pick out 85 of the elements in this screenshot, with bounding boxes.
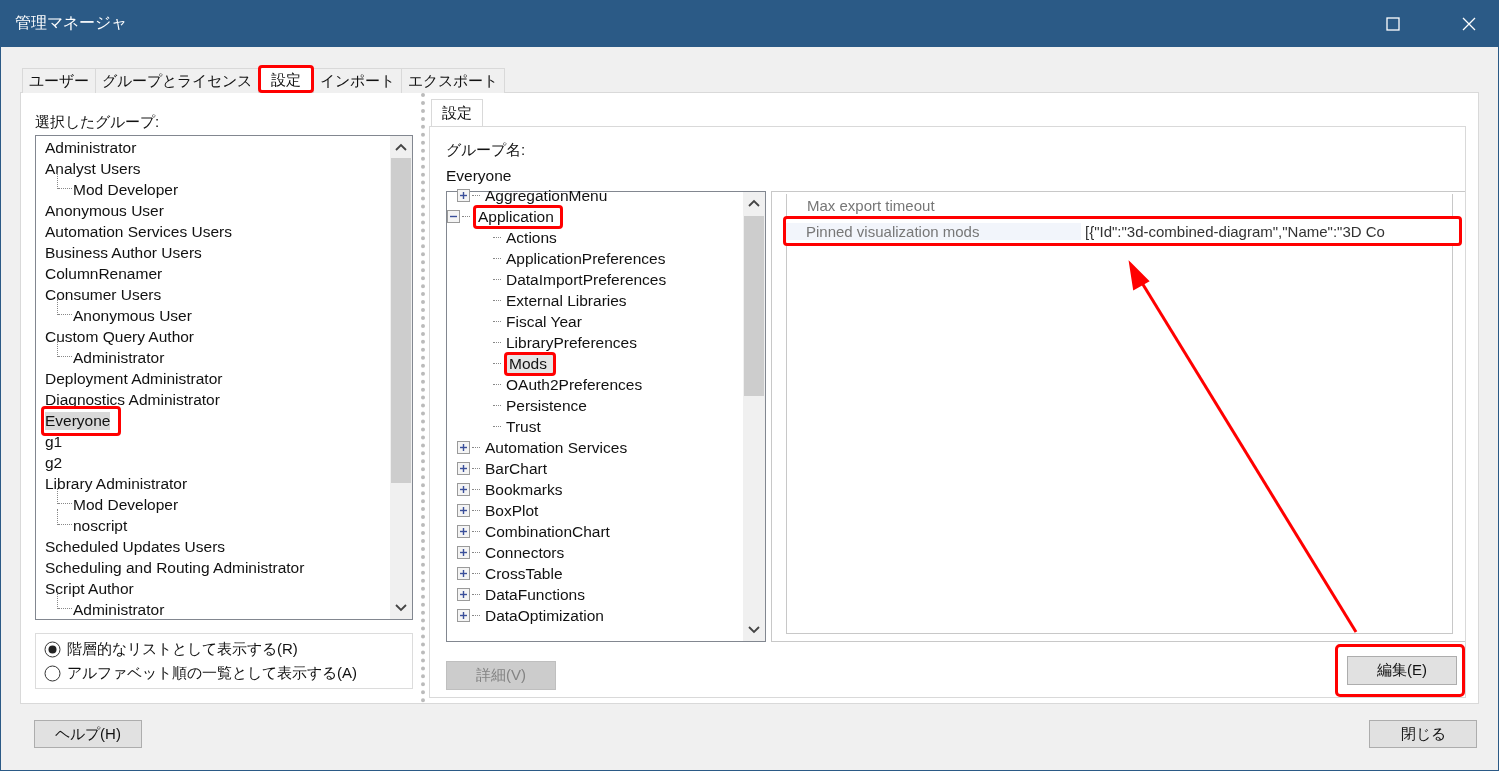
group-name-label: グループ名: xyxy=(446,141,527,160)
scroll-thumb[interactable] xyxy=(744,216,764,396)
expand-icon[interactable] xyxy=(457,567,470,580)
close-icon[interactable] xyxy=(1462,16,1476,31)
group-item[interactable]: Analyst Users xyxy=(45,158,141,179)
expand-icon[interactable] xyxy=(457,483,470,496)
property-name: Pinned visualization mods xyxy=(786,222,1081,240)
group-item[interactable]: Administrator xyxy=(73,347,165,368)
group-name-value: Everyone xyxy=(446,167,513,186)
tree-node[interactable]: Fiscal Year xyxy=(504,312,584,331)
group-item[interactable]: Everyone xyxy=(41,405,122,436)
tree-node[interactable]: ApplicationPreferences xyxy=(504,249,668,268)
expand-icon[interactable] xyxy=(457,546,470,559)
tab[interactable]: 設定 xyxy=(431,99,483,126)
property-row[interactable]: Max export timeout xyxy=(787,194,1452,216)
property-name: Max export timeout xyxy=(806,196,936,214)
tab[interactable]: ユーザー xyxy=(22,68,96,93)
expand-icon[interactable] xyxy=(457,189,470,202)
scroll-up-icon[interactable] xyxy=(395,143,407,151)
tree-node[interactable]: Bookmarks xyxy=(483,480,565,499)
radio-label[interactable]: 階層的なリストとして表示する(R) xyxy=(67,639,298,659)
tree-node[interactable]: AggregationMenu xyxy=(483,186,610,205)
group-item[interactable]: g2 xyxy=(45,452,63,473)
collapse-icon[interactable] xyxy=(447,210,460,223)
help-button[interactable]: ヘルプ(H) xyxy=(34,720,142,748)
tree-node[interactable]: DataImportPreferences xyxy=(504,270,669,289)
group-item[interactable]: Anonymous User xyxy=(73,305,192,326)
expand-icon[interactable] xyxy=(457,525,470,538)
property-row[interactable]: Pinned visualization mods [{"Id":"3d-combined-diagram","Name":"3D Co xyxy=(783,216,1462,246)
radio-button[interactable] xyxy=(44,640,61,658)
scroll-thumb[interactable] xyxy=(391,158,411,483)
expand-icon[interactable] xyxy=(457,441,470,454)
tree-node[interactable]: CrossTable xyxy=(483,564,565,583)
group-item[interactable]: Administrator xyxy=(73,599,165,619)
tree-node[interactable]: BoxPlot xyxy=(483,501,541,520)
group-item[interactable]: Deployment Administrator xyxy=(45,368,223,389)
tree-node[interactable]: External Libraries xyxy=(504,291,629,310)
tree-node[interactable]: Actions xyxy=(504,228,559,247)
scrollbar[interactable] xyxy=(743,192,765,641)
expand-icon[interactable] xyxy=(457,504,470,517)
close-button[interactable]: 閉じる xyxy=(1369,720,1477,748)
radio-button[interactable] xyxy=(44,664,61,682)
list-label: 選択したグループ: xyxy=(35,113,161,132)
scroll-down-icon[interactable] xyxy=(395,604,407,612)
scroll-down-icon[interactable] xyxy=(748,626,760,634)
tree-node[interactable]: CombinationChart xyxy=(483,522,612,541)
group-item[interactable]: Scheduling and Routing Administrator xyxy=(45,557,305,578)
tree-node[interactable]: Mods xyxy=(504,351,556,376)
tree-node[interactable]: DataFunctions xyxy=(483,585,587,604)
maximize-icon[interactable] xyxy=(1386,16,1400,31)
group-item[interactable]: Consumer Users xyxy=(45,284,162,305)
group-item[interactable]: Mod Developer xyxy=(73,179,179,200)
tab[interactable]: グループとライセンス xyxy=(95,68,259,93)
group-item[interactable]: Library Administrator xyxy=(45,473,188,494)
group-item[interactable]: Anonymous User xyxy=(45,200,164,221)
tree-node[interactable]: OAuth2Preferences xyxy=(504,375,645,394)
edit-button[interactable]: 編集(E) xyxy=(1347,656,1457,685)
property-value: [{"Id":"3d-combined-diagram","Name":"3D Co xyxy=(1084,222,1386,240)
group-item[interactable]: Automation Services Users xyxy=(45,221,232,242)
expand-icon[interactable] xyxy=(457,462,470,475)
tree-node[interactable]: LibraryPreferences xyxy=(504,333,639,352)
group-item[interactable]: Script Author xyxy=(45,578,134,599)
tree-node[interactable]: Trust xyxy=(504,417,543,436)
group-item[interactable]: Scheduled Updates Users xyxy=(45,536,226,557)
tree-node[interactable]: Connectors xyxy=(483,543,567,562)
tab[interactable]: エクスポート xyxy=(401,68,505,93)
scrollbar[interactable] xyxy=(390,136,412,619)
tree-node[interactable]: DataOptimization xyxy=(483,606,606,625)
tree-node[interactable]: Application xyxy=(473,204,563,229)
window-title: 管理マネージャ xyxy=(15,13,127,33)
expand-icon[interactable] xyxy=(457,588,470,601)
group-item[interactable]: Administrator xyxy=(45,137,137,158)
tab[interactable]: インポート xyxy=(313,68,402,93)
expand-icon[interactable] xyxy=(457,609,470,622)
group-item[interactable]: noscript xyxy=(73,515,128,536)
tree-node[interactable]: Persistence xyxy=(504,396,589,415)
tree-node[interactable]: Automation Services xyxy=(483,438,630,457)
group-item[interactable]: ColumnRenamer xyxy=(45,263,163,284)
group-item[interactable]: Mod Developer xyxy=(73,494,179,515)
group-item[interactable]: Business Author Users xyxy=(45,242,202,263)
group-item[interactable]: Custom Query Author xyxy=(45,326,195,347)
scroll-up-icon[interactable] xyxy=(748,199,760,207)
tree-node[interactable]: BarChart xyxy=(483,459,550,478)
radio-label[interactable]: アルファベット順の一覧として表示する(A) xyxy=(67,663,357,683)
tab[interactable]: 設定 xyxy=(258,65,314,93)
